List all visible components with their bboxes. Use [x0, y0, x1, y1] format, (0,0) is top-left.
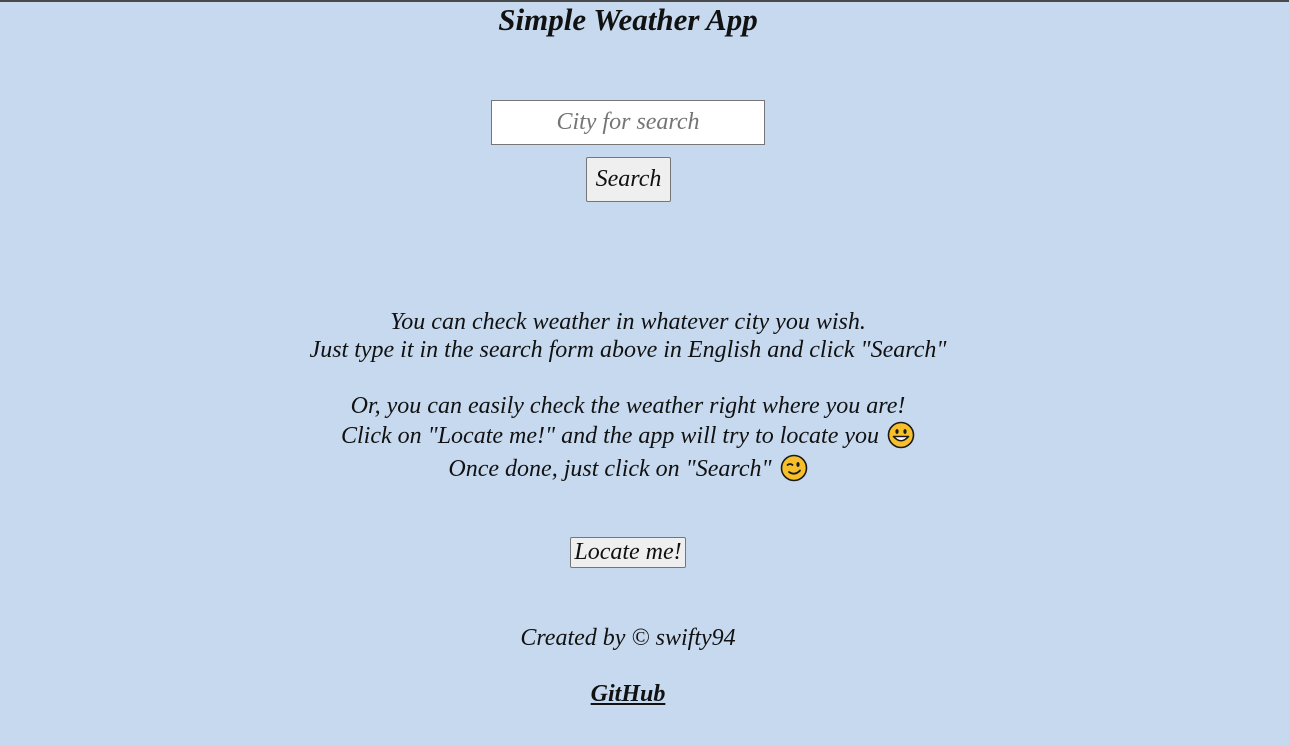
github-link[interactable]: GitHub — [591, 681, 666, 707]
info-line-3: Or, you can easily check the weather rig… — [350, 393, 906, 419]
info-line-2: Just type it in the search form above in… — [309, 337, 947, 363]
credit-text: Created by © swifty94 — [520, 625, 736, 651]
info-line-4-wrapper: Click on "Locate me!" and the app will t… — [0, 420, 1256, 453]
info-line-5-wrapper: Once done, just click on "Search" — [0, 453, 1256, 486]
winking-face-icon — [780, 454, 807, 482]
grinning-face-icon — [887, 421, 915, 449]
page-title: Simple Weather App — [498, 2, 758, 37]
info-line-1: You can check weather in whatever city y… — [390, 309, 866, 335]
search-button[interactable]: Search — [586, 157, 671, 202]
info-line-5: Once done, just click on "Search" — [448, 456, 772, 482]
info-line-4: Click on "Locate me!" and the app will t… — [340, 423, 880, 449]
github-link-wrapper: GitHub — [0, 679, 1256, 709]
search-instructions: You can check weather in whatever city y… — [0, 308, 1256, 364]
locate-me-button[interactable]: Locate me! — [570, 537, 686, 568]
locate-instructions: Or, you can easily check the weather rig… — [0, 392, 1256, 486]
city-search-input[interactable] — [491, 100, 765, 145]
